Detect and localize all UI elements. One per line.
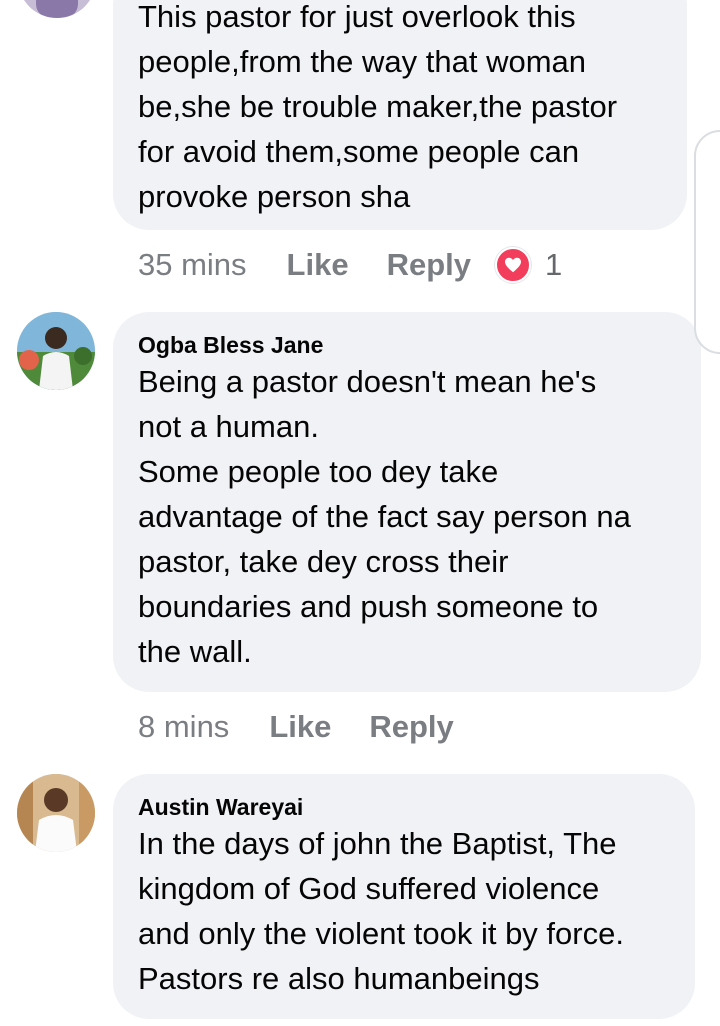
comment-text: This pastor for just overlook this peopl… [138,0,618,214]
comment-author[interactable]: Austin Wareyai [138,793,670,821]
comments-thread: This pastor for just overlook this peopl… [0,0,720,1026]
commenter-avatar[interactable] [17,312,95,390]
reaction-summary[interactable]: 1 [495,247,562,283]
heart-icon [495,247,531,283]
comment-text: Being a pastor doesn't mean he's not a h… [138,364,631,669]
like-button[interactable]: Like [269,709,331,745]
like-button[interactable]: Like [287,247,349,283]
comment-actions: 35 mins Like Reply 1 [138,245,562,285]
comment-bubble: Ogba Bless Jane Being a pastor doesn't m… [113,312,701,692]
reaction-count: 1 [545,247,563,282]
reply-button[interactable]: Reply [387,247,471,283]
commenter-avatar[interactable] [17,774,95,852]
comment-bubble: Austin Wareyai In the days of john the B… [113,774,695,1019]
comment-timestamp[interactable]: 35 mins [138,247,247,283]
reply-button[interactable]: Reply [369,709,453,745]
comment-author[interactable]: Ogba Bless Jane [138,331,676,359]
floating-panel[interactable] [694,130,720,354]
comment-bubble: This pastor for just overlook this peopl… [113,0,687,230]
comment-actions: 8 mins Like Reply [138,707,454,747]
comment-text: In the days of john the Baptist, The kin… [138,826,624,996]
commenter-avatar[interactable] [18,0,96,18]
comment-timestamp[interactable]: 8 mins [138,709,229,745]
